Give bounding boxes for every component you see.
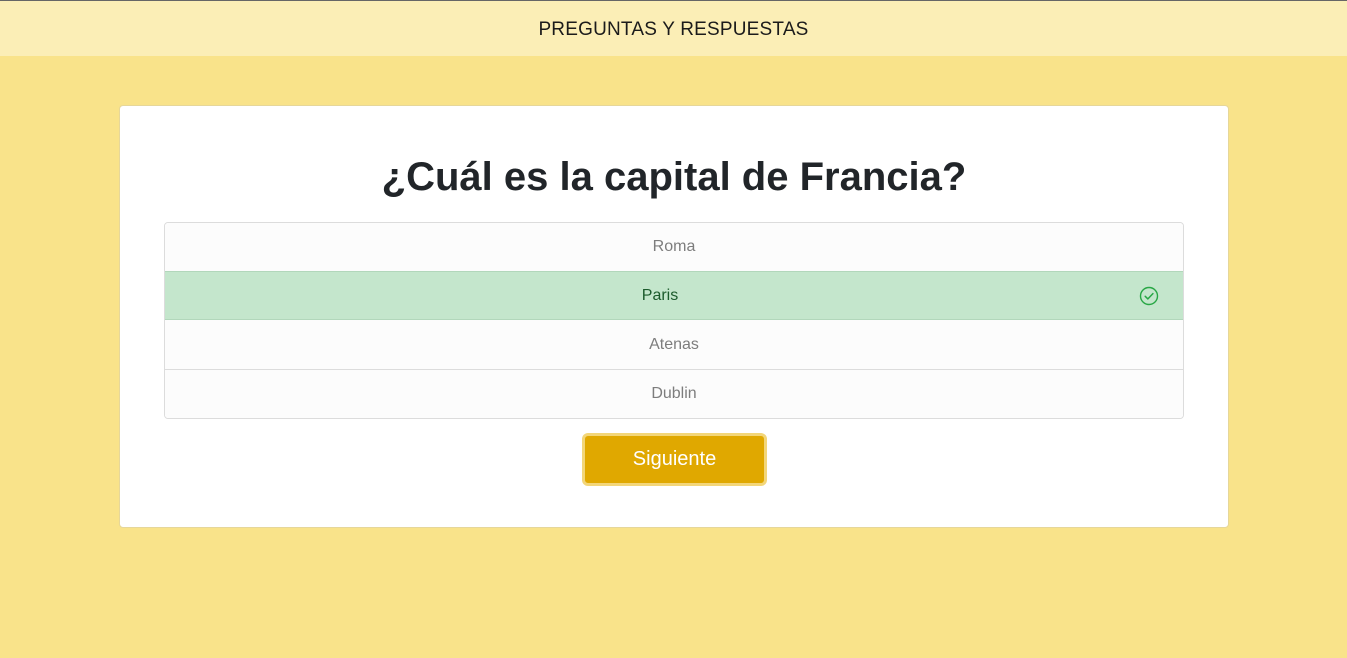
answer-option-roma[interactable]: Roma [165,223,1183,271]
answer-option-atenas[interactable]: Atenas [165,320,1183,369]
check-circle-icon [1139,286,1159,305]
top-navbar: PREGUNTAS Y RESPUESTAS [0,0,1347,56]
answer-label: Paris [641,286,679,304]
next-button[interactable]: Siguiente [582,433,767,486]
answer-label: Atenas [649,335,699,353]
answer-option-dublin[interactable]: Dublin [165,369,1183,418]
question-title: ¿Cuál es la capital de Francia? [381,155,967,199]
answer-list: Roma Paris Atenas Dublin [164,222,1184,419]
answer-label: Roma [652,238,696,255]
question-card: ¿Cuál es la capital de Francia? Roma Par… [119,105,1229,528]
answer-label: Dublin [651,385,697,402]
answer-option-paris[interactable]: Paris [165,271,1183,320]
app-title: PREGUNTAS Y RESPUESTAS [538,18,809,40]
